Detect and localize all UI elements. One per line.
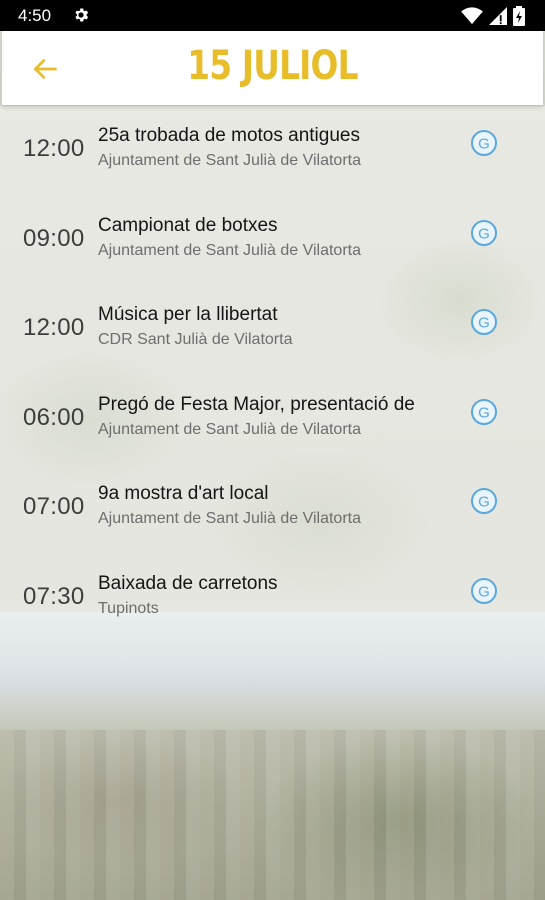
g-circle-icon[interactable]: G xyxy=(470,219,498,247)
event-time: 12:00 xyxy=(23,314,85,342)
event-row[interactable]: 07:00 9a mostra d'art local Ajuntament d… xyxy=(0,464,545,554)
event-title: 9a mostra d'art local xyxy=(98,483,269,505)
signal-icon xyxy=(489,7,507,30)
event-time: 07:30 xyxy=(23,582,85,610)
g-circle-icon[interactable]: G xyxy=(470,398,498,426)
svg-text:G: G xyxy=(478,404,490,421)
svg-text:G: G xyxy=(478,583,490,600)
g-circle-icon[interactable]: G xyxy=(470,487,498,515)
settings-icon xyxy=(72,6,90,29)
event-organizer: Ajuntament de Sant Julià de Vilatorta xyxy=(98,510,361,528)
event-time: 07:00 xyxy=(23,493,85,521)
battery-icon xyxy=(513,6,525,31)
event-title: Pregó de Festa Major, presentació de xyxy=(98,393,415,415)
event-organizer: Ajuntament de Sant Julià de Vilatorta xyxy=(98,420,361,438)
event-row[interactable]: 12:00 Música per la llibertat CDR Sant J… xyxy=(0,285,545,375)
g-circle-icon[interactable]: G xyxy=(470,308,498,336)
svg-text:G: G xyxy=(478,494,490,511)
svg-text:G: G xyxy=(478,225,490,242)
event-row[interactable]: 12:00 25a trobada de motos antigues Ajun… xyxy=(0,106,545,196)
app-bar: 15 JULIOL xyxy=(2,31,543,105)
g-circle-icon[interactable]: G xyxy=(470,129,498,157)
event-organizer: Tupinots xyxy=(98,599,159,617)
event-time: 09:00 xyxy=(23,224,85,252)
event-organizer: CDR Sant Julià de Vilatorta xyxy=(98,331,293,349)
event-title: Baixada de carretons xyxy=(98,572,278,594)
event-time: 12:00 xyxy=(23,135,85,162)
event-row[interactable]: 09:00 Campionat de botxes Ajuntament de … xyxy=(0,196,545,286)
page-title: 15 JULIOL xyxy=(187,43,358,89)
event-title: Campionat de botxes xyxy=(98,214,278,236)
svg-text:G: G xyxy=(478,315,490,332)
event-time: 06:00 xyxy=(23,403,85,431)
event-list: 12:00 25a trobada de motos antigues Ajun… xyxy=(0,106,545,644)
event-row[interactable]: 07:30 Baixada de carretons Tupinots G xyxy=(0,554,545,644)
event-title: 25a trobada de motos antigues xyxy=(98,125,360,146)
status-time: 4:50 xyxy=(18,6,52,25)
background-town xyxy=(0,730,545,900)
event-organizer: Ajuntament de Sant Julià de Vilatorta xyxy=(98,152,361,169)
g-circle-icon[interactable]: G xyxy=(470,577,498,605)
wifi-icon xyxy=(461,7,483,30)
status-bar: 4:50 xyxy=(0,0,545,31)
event-title: Música per la llibertat xyxy=(98,304,278,326)
event-organizer: Ajuntament de Sant Julià de Vilatorta xyxy=(98,241,361,259)
svg-text:G: G xyxy=(478,136,490,153)
event-row[interactable]: 06:00 Pregó de Festa Major, presentació … xyxy=(0,375,545,465)
